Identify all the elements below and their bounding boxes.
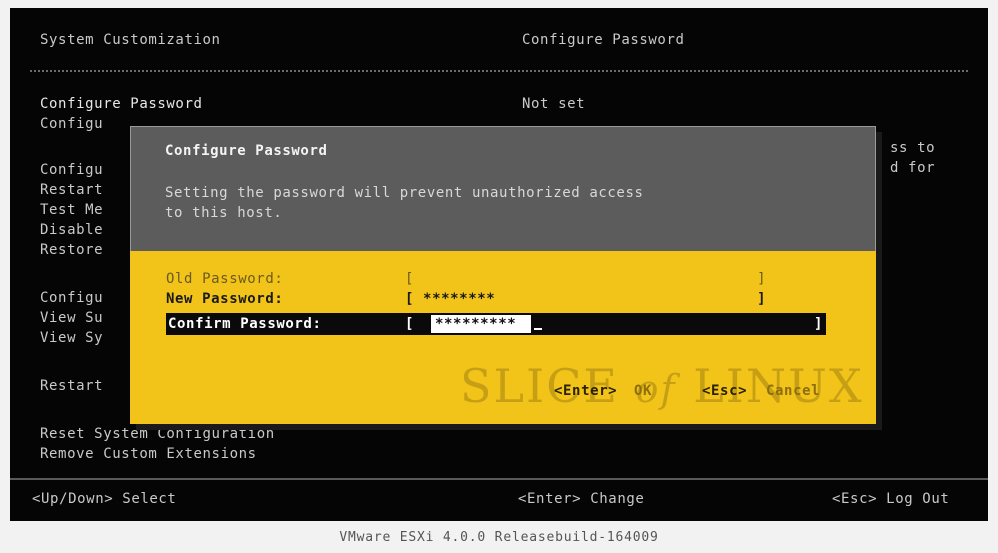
menu-item-configure-network[interactable]: Configu bbox=[40, 160, 103, 180]
menu-item-restore-network[interactable]: Restore bbox=[40, 240, 103, 260]
confirm-password-label: Confirm Password: bbox=[168, 316, 322, 332]
old-password-field[interactable]: [ ] bbox=[405, 269, 766, 289]
cancel-key-hint: <Esc> bbox=[702, 383, 748, 399]
menu-item-disable-network[interactable]: Disable bbox=[40, 220, 103, 240]
confirm-password-row[interactable]: Confirm Password: [ ********* ] bbox=[166, 313, 826, 335]
text-cursor bbox=[534, 328, 542, 330]
new-password-field[interactable]: [ ******** ] bbox=[405, 289, 766, 309]
menu-item-restart-agents[interactable]: Restart bbox=[40, 376, 103, 396]
header-divider bbox=[30, 70, 968, 72]
right-panel-desc-line1: ss to bbox=[890, 140, 936, 156]
confirm-password-value: ********* bbox=[435, 316, 517, 332]
cancel-button[interactable]: Cancel bbox=[766, 381, 820, 401]
ok-key-hint: <Enter> bbox=[554, 383, 618, 399]
menu-item-view-logs[interactable]: View Sy bbox=[40, 328, 103, 348]
footer-logout-hint[interactable]: <Esc> Log Out bbox=[832, 489, 949, 509]
confirm-bracket-close: ] bbox=[814, 316, 824, 332]
menu-item-configure-keyboard[interactable]: Configu bbox=[40, 288, 103, 308]
new-password-label: New Password: bbox=[166, 291, 284, 307]
dialog-form-panel: SLICE of LINUX Old Password: [ ] New Pas… bbox=[130, 251, 876, 424]
menu-item-view-support[interactable]: View Su bbox=[40, 308, 103, 328]
header-left-title: System Customization bbox=[40, 32, 221, 48]
confirm-password-field[interactable]: ********* bbox=[431, 315, 531, 333]
dialog-header-panel: Configure Password Setting the password … bbox=[130, 126, 876, 251]
menu-item-reset-system[interactable]: Reset System Configuration bbox=[40, 424, 275, 444]
console-screen: System Customization Configure Password … bbox=[10, 8, 988, 521]
dialog-message-line1: Setting the password will prevent unauth… bbox=[165, 185, 644, 201]
dialog-message-line2: to this host. bbox=[165, 205, 283, 221]
menu-item-remove-extensions[interactable]: Remove Custom Extensions bbox=[40, 444, 257, 464]
old-password-label: Old Password: bbox=[166, 271, 284, 287]
dialog-title: Configure Password bbox=[165, 143, 328, 159]
menu-item-configure-password[interactable]: Configure Password bbox=[40, 94, 203, 114]
footer-select-hint: <Up/Down> Select bbox=[32, 491, 177, 507]
configure-password-dialog: Configure Password Setting the password … bbox=[130, 126, 876, 424]
footer-divider bbox=[10, 478, 988, 480]
right-panel-desc-line2: d for bbox=[890, 160, 936, 176]
header-right-title: Configure Password bbox=[522, 32, 685, 48]
version-caption: VMware ESXi 4.0.0 Releasebuild-164009 bbox=[339, 530, 659, 545]
menu-item-restart-network[interactable]: Restart bbox=[40, 180, 103, 200]
password-status: Not set bbox=[522, 96, 586, 112]
footer-change-hint: <Enter> Change bbox=[518, 491, 645, 507]
menu-item-test-network[interactable]: Test Me bbox=[40, 200, 103, 220]
menu-item-configure-lockdown[interactable]: Configu bbox=[40, 114, 103, 134]
ok-button[interactable]: OK bbox=[634, 381, 652, 401]
confirm-bracket-open: [ bbox=[405, 316, 415, 332]
